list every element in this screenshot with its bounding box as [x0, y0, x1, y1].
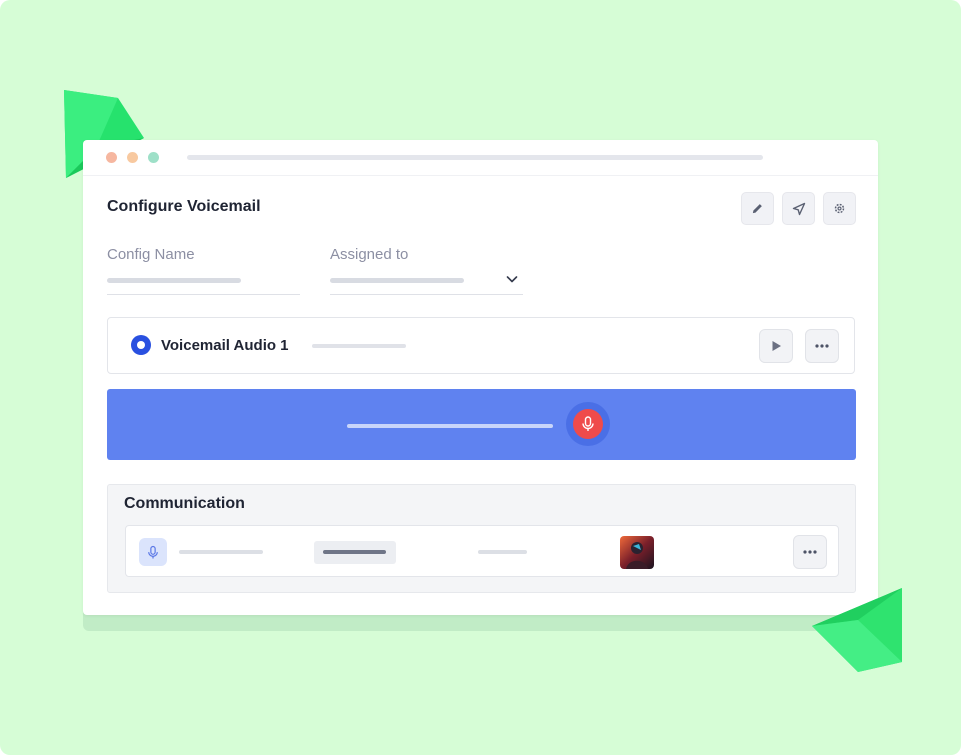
- window-titlebar: [83, 140, 878, 176]
- more-icon: [815, 344, 829, 348]
- communication-item[interactable]: [125, 525, 839, 577]
- illustration-background: Configure Voicemail Config Name Assigned…: [0, 0, 961, 755]
- audio-name: Voicemail Audio 1: [161, 337, 289, 354]
- chevron-down-icon[interactable]: [506, 274, 518, 284]
- assigned-to-label: Assigned to: [330, 246, 409, 263]
- config-name-value: [107, 278, 241, 283]
- item-more-button[interactable]: [793, 535, 827, 569]
- microphone-icon: [148, 545, 158, 558]
- maximize-dot[interactable]: [148, 152, 159, 163]
- minimize-dot[interactable]: [127, 152, 138, 163]
- communication-panel: Communication: [107, 484, 856, 593]
- item-tag-placeholder: [323, 550, 386, 554]
- edit-button[interactable]: [741, 192, 774, 225]
- gear-icon: [834, 203, 845, 214]
- send-icon: [792, 202, 805, 215]
- recording-progress-track: [347, 424, 553, 428]
- radio-dot: [137, 341, 145, 349]
- item-meta-placeholder: [478, 550, 527, 554]
- config-name-input[interactable]: [107, 294, 300, 295]
- pencil-icon: [752, 204, 762, 214]
- voicemail-audio-item[interactable]: Voicemail Audio 1: [107, 317, 855, 374]
- address-bar-placeholder[interactable]: [187, 155, 763, 160]
- play-button[interactable]: [759, 329, 793, 363]
- audio-description-placeholder: [312, 344, 406, 348]
- communication-title: Communication: [124, 495, 245, 512]
- settings-button[interactable]: [823, 192, 856, 225]
- contact-thumbnail: [620, 536, 654, 569]
- close-dot[interactable]: [106, 152, 117, 163]
- assigned-to-value: [330, 278, 464, 283]
- assigned-to-select[interactable]: [330, 294, 523, 295]
- config-name-label: Config Name: [107, 246, 195, 263]
- record-button[interactable]: [566, 402, 610, 446]
- record-button-core: [573, 409, 603, 439]
- send-button[interactable]: [782, 192, 815, 225]
- play-icon: [772, 341, 781, 351]
- more-icon: [803, 550, 817, 554]
- audio-more-button[interactable]: [805, 329, 839, 363]
- item-tag: [314, 541, 396, 564]
- green-gem-decoration: [812, 588, 902, 672]
- audio-radio[interactable]: [131, 335, 151, 355]
- voice-recorder-bar: [107, 389, 856, 460]
- item-name-placeholder: [179, 550, 263, 554]
- microphone-icon: [582, 416, 594, 431]
- voice-badge: [139, 538, 167, 566]
- page-title: Configure Voicemail: [107, 198, 261, 215]
- configure-voicemail-window: Configure Voicemail Config Name Assigned…: [83, 140, 878, 615]
